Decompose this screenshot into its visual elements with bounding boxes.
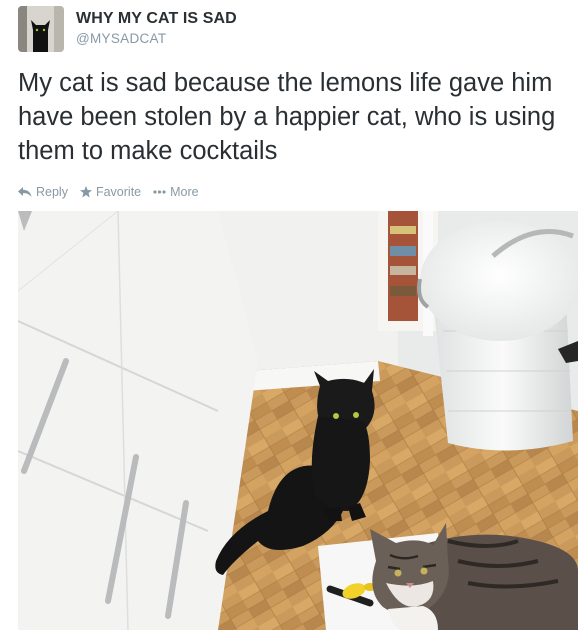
author-names: WHY MY CAT IS SAD @MYSADCAT: [76, 10, 237, 46]
more-label: More: [170, 185, 199, 199]
favorite-label: Favorite: [95, 185, 142, 199]
reply-icon: [18, 187, 32, 197]
display-name[interactable]: WHY MY CAT IS SAD: [76, 10, 237, 28]
tweet-card: WHY MY CAT IS SAD @MYSADCAT My cat is sa…: [0, 0, 588, 636]
handle[interactable]: @MYSADCAT: [76, 31, 237, 46]
tweet-text: My cat is sad because the lemons life ga…: [18, 69, 556, 165]
ellipsis-icon: [153, 190, 166, 194]
avatar[interactable]: [18, 6, 64, 52]
tweet-photo[interactable]: [18, 211, 578, 630]
tweet-actions: Reply Favorite More: [18, 183, 211, 201]
favorite-button[interactable]: Favorite: [79, 185, 142, 199]
reply-label: Reply: [36, 185, 68, 199]
more-button[interactable]: More: [153, 185, 199, 199]
reply-button[interactable]: Reply: [18, 185, 68, 199]
star-icon: [79, 186, 92, 198]
